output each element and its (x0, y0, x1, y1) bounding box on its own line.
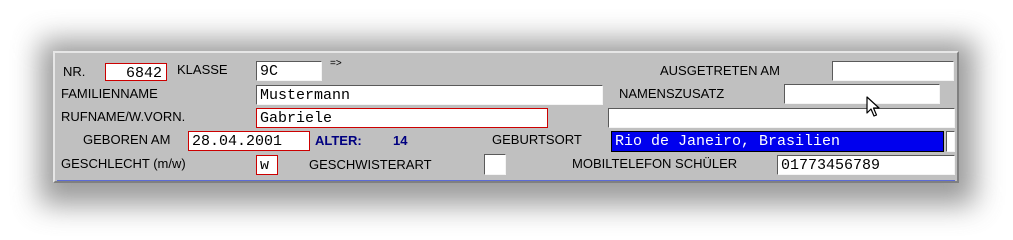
geschlecht-field[interactable]: w (256, 155, 278, 175)
nr-field[interactable]: 6842 (105, 63, 167, 81)
geboren-field[interactable]: 28.04.2001 (188, 131, 310, 151)
namenszusatz-field[interactable] (784, 84, 940, 104)
klasse-arrow-hint: => (330, 58, 342, 69)
ausgetreten-field[interactable] (832, 61, 954, 81)
mobil-field[interactable]: 01773456789 (777, 155, 955, 175)
ausgetreten-label: AUSGETRETEN AM (660, 63, 780, 78)
alter-value: 14 (393, 133, 408, 148)
alter-label: ALTER: (315, 133, 362, 148)
familienname-label: FAMILIENNAME (61, 86, 158, 101)
mobil-label: MOBILTELEFON SCHÜLER (572, 156, 738, 171)
geburtsort-field-edge (946, 131, 955, 152)
geburtsort-field[interactable]: Rio de Janeiro, Brasilien (611, 131, 944, 152)
mouse-pointer-icon (866, 96, 880, 123)
student-form-panel: NR. 6842 KLASSE 9C => AUSGETRETEN AM FAM… (53, 51, 959, 183)
geburtsort-label: GEBURTSORT (492, 132, 582, 147)
section-divider (57, 180, 955, 181)
rufname-label: RUFNAME/W.VORN. (61, 109, 186, 124)
rufname-field[interactable]: Gabriele (256, 108, 548, 128)
geschwisterart-label: GESCHWISTERART (309, 157, 432, 172)
familienname-field[interactable]: Mustermann (256, 85, 603, 105)
geschwisterart-field[interactable] (484, 154, 506, 175)
nr-label: NR. (63, 64, 86, 79)
namenszusatz-label: NAMENSZUSATZ (619, 86, 725, 101)
geschlecht-label: GESCHLECHT (m/w) (61, 156, 186, 171)
rufname-extra-field[interactable] (608, 108, 955, 128)
klasse-field[interactable]: 9C (256, 61, 322, 81)
klasse-label: KLASSE (177, 62, 228, 77)
geboren-label: GEBOREN AM (83, 132, 171, 147)
